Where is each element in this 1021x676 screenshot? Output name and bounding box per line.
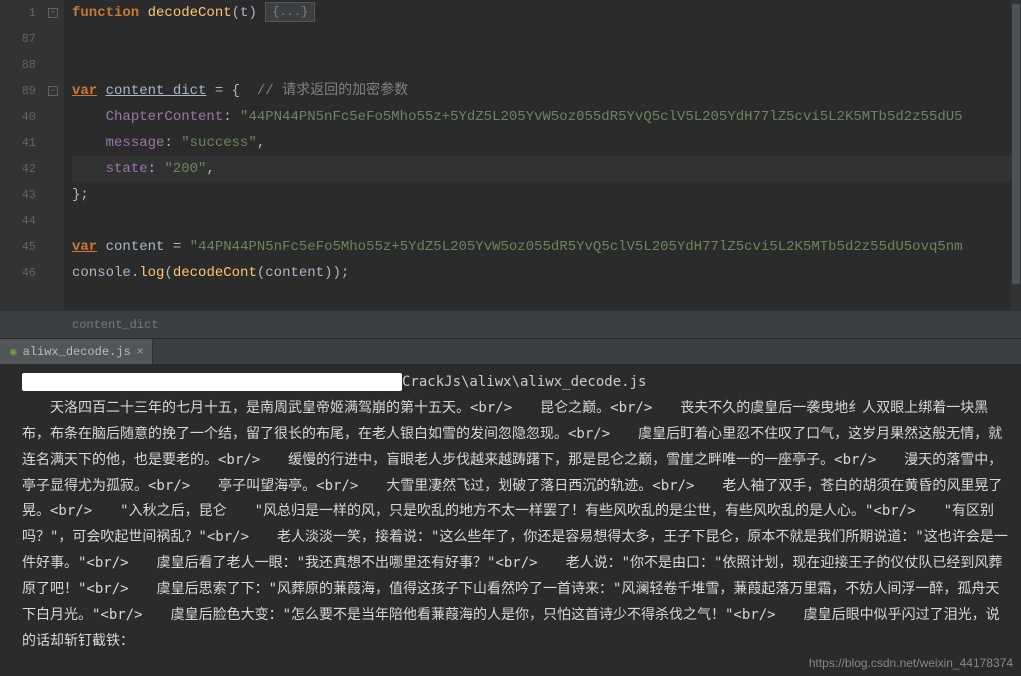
code-line[interactable] <box>72 26 1021 52</box>
line-number: 40 <box>0 104 36 130</box>
fold-marker-icon[interactable]: + <box>48 8 58 18</box>
file-path: CrackJs\aliwx\aliwx_decode.js <box>402 374 646 390</box>
line-number: 46 <box>0 260 36 286</box>
line-number: 45 <box>0 234 36 260</box>
line-number: 1 <box>0 0 36 26</box>
string: "200" <box>164 161 206 177</box>
params: (t) <box>232 5 266 21</box>
breadcrumb-item[interactable]: content_dict <box>72 318 158 332</box>
console-output: 天洛四百二十三年的七月十五，是南周武皇帝姬满驾崩的第十五天。<br/> 昆仑之巅… <box>22 396 1011 655</box>
tab-bar: ◉ aliwx_decode.js × <box>0 338 1021 364</box>
property: message <box>106 135 165 151</box>
vertical-scrollbar[interactable] <box>1011 0 1021 310</box>
identifier: content <box>106 239 165 255</box>
breadcrumb[interactable]: content_dict <box>0 310 1021 338</box>
code-line[interactable] <box>72 208 1021 234</box>
fold-marker-icon[interactable]: − <box>48 86 58 96</box>
keyword: var <box>72 83 97 99</box>
js-file-icon: ◉ <box>10 345 17 359</box>
tab-label: aliwx_decode.js <box>23 345 131 359</box>
comment: // 请求返回的加密参数 <box>257 83 408 99</box>
code-line[interactable] <box>72 52 1021 78</box>
redacted-path <box>22 373 402 391</box>
identifier: content_dict <box>106 83 207 99</box>
line-number: 41 <box>0 130 36 156</box>
close-tab-icon[interactable]: × <box>137 345 144 359</box>
code-line[interactable]: ChapterContent: "44PN44PN5nFc5eFo5Mho55z… <box>72 104 1021 130</box>
string: "44PN44PN5nFc5eFo5Mho55z+5YdZ5L205YvW5oz… <box>240 109 963 125</box>
console-path-line: CrackJs\aliwx\aliwx_decode.js <box>22 370 1011 396</box>
code-area[interactable]: function decodeCont(t) {...} var content… <box>64 0 1021 310</box>
property: ChapterContent <box>106 109 224 125</box>
string: "success" <box>181 135 257 151</box>
string: "44PN44PN5nFc5eFo5Mho55z+5YdZ5L205YvW5oz… <box>190 239 963 255</box>
fold-placeholder[interactable]: {...} <box>265 2 315 22</box>
scrollbar-thumb[interactable] <box>1012 4 1020 284</box>
code-line[interactable]: }; <box>72 182 1021 208</box>
property: state <box>106 161 148 177</box>
line-gutter: 1 87 88 89 40 41 42 43 44 45 46 <box>0 0 44 310</box>
console-panel[interactable]: CrackJs\aliwx\aliwx_decode.js 天洛四百二十三年的七… <box>0 364 1021 676</box>
code-editor[interactable]: 1 87 88 89 40 41 42 43 44 45 46 + − func… <box>0 0 1021 310</box>
keyword: var <box>72 239 97 255</box>
function-name: decodeCont <box>148 5 232 21</box>
code-line[interactable]: var content_dict = { // 请求返回的加密参数 <box>72 78 1021 104</box>
code-line[interactable]: console.log(decodeCont(content)); <box>72 260 1021 286</box>
keyword: function <box>72 5 139 21</box>
line-number: 87 <box>0 26 36 52</box>
code-line[interactable]: var content = "44PN44PN5nFc5eFo5Mho55z+5… <box>72 234 1021 260</box>
line-number: 89 <box>0 78 36 104</box>
fold-column: + − <box>44 0 64 310</box>
line-number: 44 <box>0 208 36 234</box>
line-number: 88 <box>0 52 36 78</box>
file-tab[interactable]: ◉ aliwx_decode.js × <box>0 339 153 365</box>
line-number: 42 <box>0 156 36 182</box>
code-line-current[interactable]: state: "200", <box>72 156 1021 182</box>
code-line[interactable]: function decodeCont(t) {...} <box>72 0 1021 26</box>
line-number: 43 <box>0 182 36 208</box>
code-line[interactable]: message: "success", <box>72 130 1021 156</box>
